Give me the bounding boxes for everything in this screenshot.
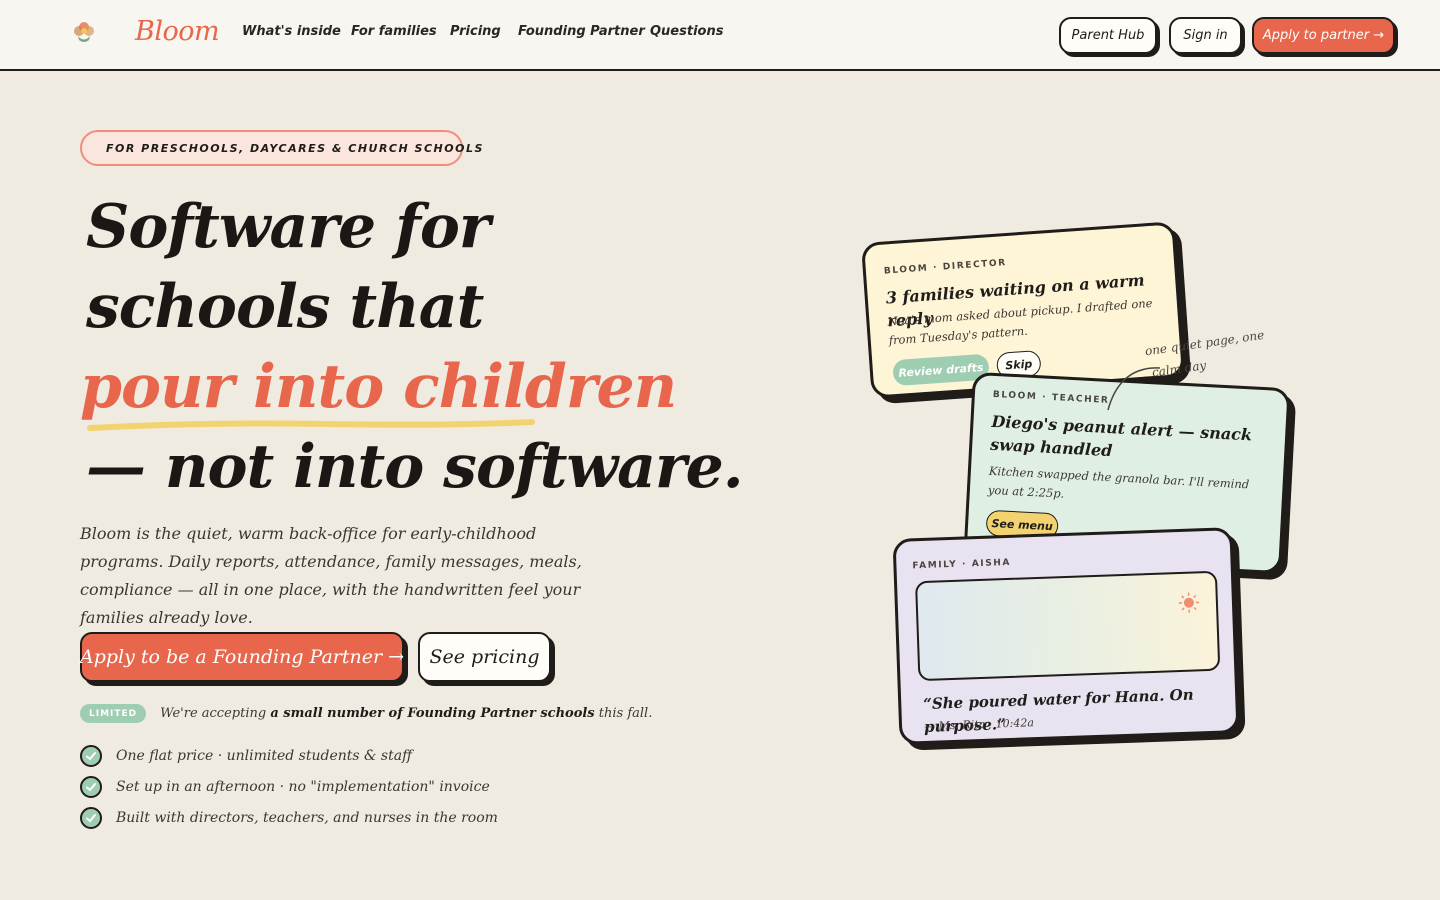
check-icon xyxy=(80,807,102,829)
hero-description: Bloom is the quiet, warm back-office for… xyxy=(80,524,582,627)
benefit-text: One flat price · unlimited students & st… xyxy=(116,748,413,764)
headline-line-2: schools that xyxy=(86,272,484,342)
sun-icon xyxy=(1178,592,1199,613)
apply-founding-partner-button[interactable]: Apply to be a Founding Partner → xyxy=(80,632,404,682)
see-pricing-button[interactable]: See pricing xyxy=(418,632,551,682)
headline-line-4: — not into software. xyxy=(86,432,744,502)
headline-line-1: Software for xyxy=(86,192,491,262)
flower-logo-icon[interactable] xyxy=(72,20,96,44)
nav-link-for-families[interactable]: For families xyxy=(351,24,437,39)
teacher-card-tag: BLOOM · TEACHER xyxy=(992,389,1110,406)
director-card-tag: BLOOM · DIRECTOR xyxy=(883,258,1008,277)
eyebrow-text: FOR PRESCHOOLS, DAYCARES & CHURCH SCHOOL… xyxy=(106,141,484,155)
benefit-text: Built with directors, teachers, and nurs… xyxy=(116,810,498,826)
nav-link-founding-partner[interactable]: Founding Partner xyxy=(518,24,645,39)
benefit-item: Built with directors, teachers, and nurs… xyxy=(80,807,498,829)
limited-text: We're accepting a small number of Foundi… xyxy=(160,706,653,721)
sign-in-button[interactable]: Sign in xyxy=(1169,17,1242,54)
limited-badge: LIMITED xyxy=(80,704,147,723)
top-nav: Bloom What's inside For families Pricing… xyxy=(0,0,1440,71)
family-byline: — Ms. Rita · 10:42a xyxy=(923,716,1035,734)
family-card-tag: FAMILY · AISHA xyxy=(912,557,1012,572)
brand-name[interactable]: Bloom xyxy=(135,16,220,47)
parent-hub-button[interactable]: Parent Hub xyxy=(1059,17,1157,54)
teacher-card-title: Diego's peanut alert — snack swap handle… xyxy=(989,411,1253,461)
photo-placeholder[interactable] xyxy=(914,570,1221,682)
family-card: FAMILY · AISHA “She poured water for Han… xyxy=(892,527,1240,745)
nav-link-pricing[interactable]: Pricing xyxy=(450,24,501,39)
check-icon xyxy=(80,776,102,798)
teacher-card-body: Kitchen swapped the granola bar. I'll re… xyxy=(987,463,1250,501)
check-icon xyxy=(80,745,102,767)
limited-notice: LIMITED We're accepting a small number o… xyxy=(80,704,652,723)
nav-link-whats-inside[interactable]: What's inside xyxy=(242,24,341,39)
benefit-item: Set up in an afternoon · no "implementat… xyxy=(80,776,490,798)
nav-link-questions[interactable]: Questions xyxy=(650,24,723,39)
benefit-item: One flat price · unlimited students & st… xyxy=(80,745,412,767)
headline-accent: pour into children xyxy=(80,352,677,422)
benefit-text: Set up in an afternoon · no "implementat… xyxy=(116,779,490,795)
apply-to-partner-button[interactable]: Apply to partner → xyxy=(1252,17,1395,54)
audience-eyebrow: FOR PRESCHOOLS, DAYCARES & CHURCH SCHOOL… xyxy=(80,130,482,166)
